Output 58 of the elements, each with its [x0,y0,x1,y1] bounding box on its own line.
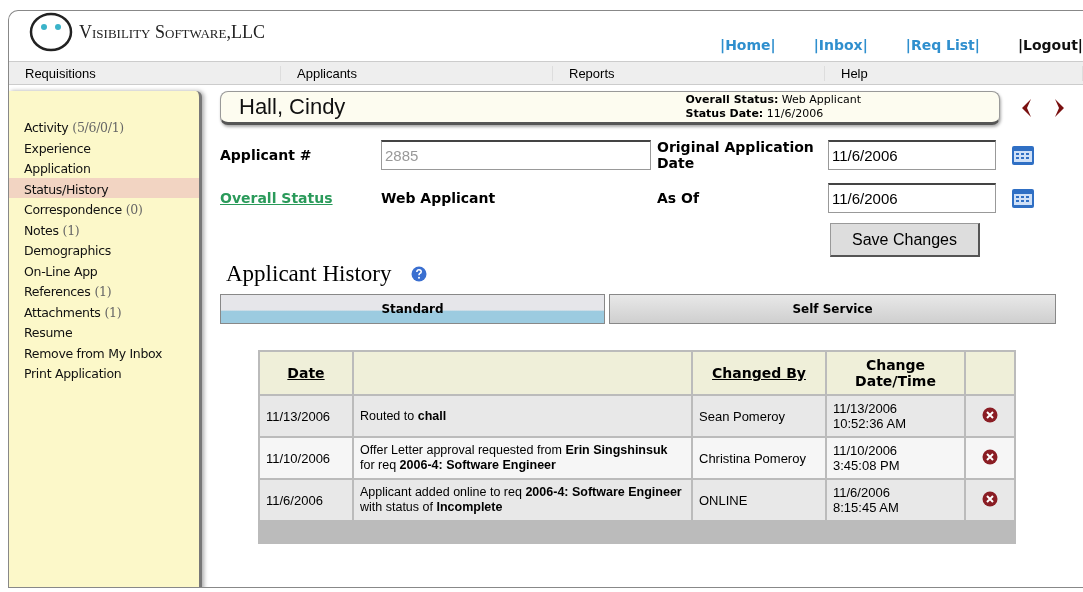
table-cell: ONLINE [693,480,825,520]
sidebar-item[interactable]: Notes (1) [9,218,199,239]
field-label: Original Application Date [657,139,815,171]
table-cell: 11/10/2006 3:45:08 PM [827,438,964,478]
table-cell: Offer Letter approval requested from Erin Singshinsuk for req 2006-4: Software Engineer [354,438,691,478]
delete-icon[interactable] [982,406,998,423]
sidebar-item[interactable]: Experience [9,136,199,157]
sidebar-item[interactable]: Activity (5/6/0/1) [9,116,199,137]
field-label: Applicant # [220,147,313,163]
table-cell: Routed to chall [354,396,691,436]
delete-icon[interactable] [982,490,998,507]
nav-link[interactable]: |Inbox| [813,37,868,53]
sidebar-item[interactable]: On-Line App [9,259,199,280]
delete-icon[interactable] [982,448,998,465]
table-cell: Christina Pomeroy [693,438,825,478]
date-field[interactable]: 11/6/2006 [828,183,996,213]
sidebar-item[interactable]: Application [9,157,199,178]
menu-item[interactable]: Requisitions [9,65,281,81]
column-header: Change Date/Time [827,352,964,394]
sidebar-item[interactable]: Demographics [9,239,199,260]
menu-item[interactable]: Reports [553,65,825,81]
table-cell: 11/6/2006 8:15:45 AM [827,480,964,520]
status-text: Overall Status: Web Applicant [685,93,861,107]
column-header: Date [260,352,352,394]
sidebar-item[interactable]: Resume [9,321,199,342]
sidebar-item[interactable]: Correspondence (0) [9,198,199,219]
logout-link[interactable]: |Logout| [1017,37,1083,53]
status-value: Web Applicant [381,190,497,206]
column-header: Changed By [693,352,825,394]
sidebar-item[interactable]: Attachments (1) [9,300,199,321]
calendar-icon[interactable] [1011,187,1035,209]
sidebar-item[interactable]: References (1) [9,280,199,301]
sidebar-item[interactable]: Remove from My Inbox [9,341,199,362]
applicant-name: Hall, Cindy [239,94,346,120]
nav-link[interactable]: |Home| [720,37,776,53]
field-label: As Of [657,190,701,206]
nav-link[interactable]: |Req List| [905,37,980,53]
table-cell: Applicant added online to req 2006-4: Software Engineer with status of Incomplete [354,480,691,520]
calendar-icon[interactable] [1011,144,1035,166]
tab[interactable]: Standard [220,294,605,324]
table-cell: 11/13/2006 [260,396,352,436]
menu-item[interactable]: Applicants [281,65,553,81]
table-cell: Sean Pomeroy [693,396,825,436]
save-changes-button[interactable]: Save Changes [830,223,980,257]
header-cell [966,352,1014,394]
help-icon[interactable] [411,266,428,282]
overall-status-link[interactable]: Overall Status [220,190,375,206]
status-date-text: Status Date: 11/6/2006 [685,107,825,121]
table-cell: 11/10/2006 [260,438,352,478]
sidebar-item[interactable]: Print Application [9,362,199,383]
table-cell: 11/13/2006 10:52:36 AM [827,396,964,436]
sidebar-item[interactable]: Status/History [9,177,199,198]
section-title: Applicant History [226,261,392,287]
menu-item[interactable]: Help [825,65,1083,81]
table-cell: 11/6/2006 [260,480,352,520]
company-name: Visibility Software,LLC [79,21,265,43]
date-field[interactable]: 11/6/2006 [828,140,996,170]
tab[interactable]: Self Service [609,294,1056,324]
